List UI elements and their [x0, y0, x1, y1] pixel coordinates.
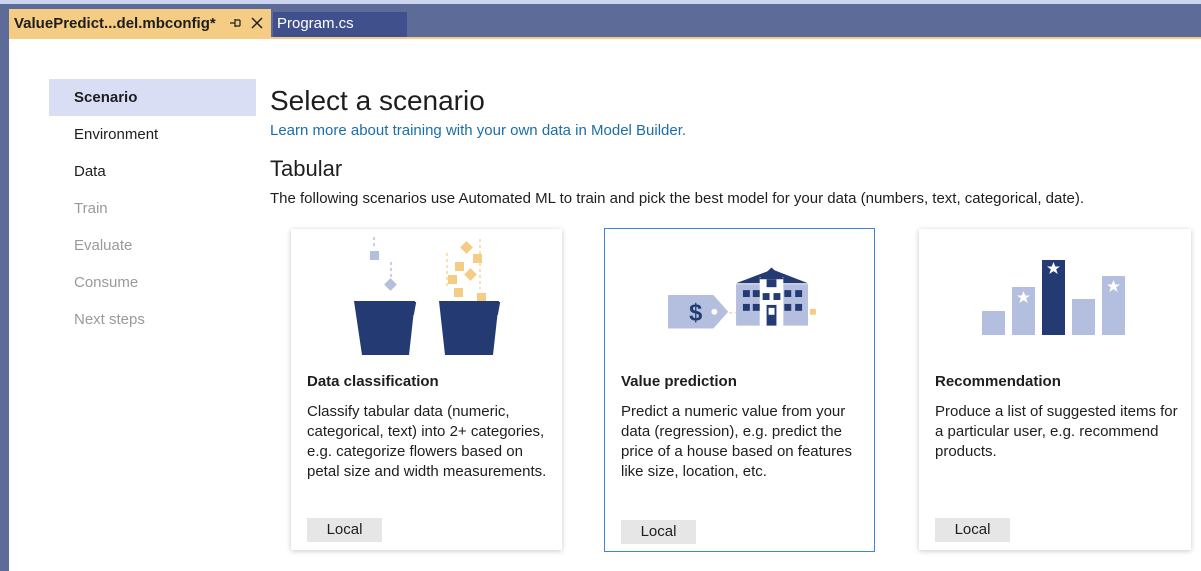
- close-icon[interactable]: [249, 14, 265, 32]
- local-button[interactable]: Local: [935, 518, 1010, 542]
- page-title: Select a scenario: [270, 85, 485, 116]
- nav-item-data[interactable]: Data: [49, 153, 256, 190]
- nav-item-evaluate: Evaluate: [74, 237, 133, 254]
- nav-item-environment[interactable]: Environment: [49, 116, 256, 153]
- tab-program-cs[interactable]: Program.cs: [273, 12, 407, 37]
- card-title: Value prediction: [621, 373, 737, 390]
- tab-mbconfig[interactable]: ValuePredict...del.mbconfig*: [9, 9, 271, 37]
- house-price-tag-icon: $: [668, 267, 816, 329]
- card-description: Classify tabular data (numeric, categori…: [307, 403, 547, 480]
- card-title: Recommendation: [935, 373, 1061, 390]
- card-data-classification[interactable]: Data classification Classify tabular dat…: [291, 229, 562, 550]
- svg-text:$: $: [689, 301, 702, 327]
- nav-item-scenario[interactable]: Scenario: [49, 79, 256, 116]
- buckets-icon: [354, 237, 501, 355]
- nav-item-train: Train: [74, 200, 108, 217]
- card-description: Predict a numeric value from your data (…: [621, 403, 852, 480]
- star-bar-chart-icon: [982, 260, 1125, 335]
- card-description: Produce a list of suggested items for a …: [935, 403, 1178, 460]
- tab-title: ValuePredict...del.mbconfig*: [14, 14, 216, 32]
- section-title: Tabular: [270, 156, 343, 181]
- card-title: Data classification: [307, 373, 439, 390]
- learn-more-link[interactable]: Learn more about training with your own …: [270, 122, 686, 139]
- section-description: The following scenarios use Automated ML…: [270, 190, 1085, 207]
- pin-icon[interactable]: [227, 13, 243, 33]
- nav-item-next-steps: Next steps: [74, 311, 145, 328]
- local-button[interactable]: Local: [621, 520, 696, 544]
- nav-item-consume: Consume: [74, 274, 139, 291]
- card-value-prediction[interactable]: $ Value prediction Predict a numeric val…: [604, 228, 875, 552]
- local-button[interactable]: Local: [307, 518, 382, 542]
- model-builder-panel: Scenario Environment Data Train Evaluate…: [9, 39, 1201, 571]
- card-recommendation[interactable]: Recommendation Produce a list of suggest…: [919, 229, 1191, 550]
